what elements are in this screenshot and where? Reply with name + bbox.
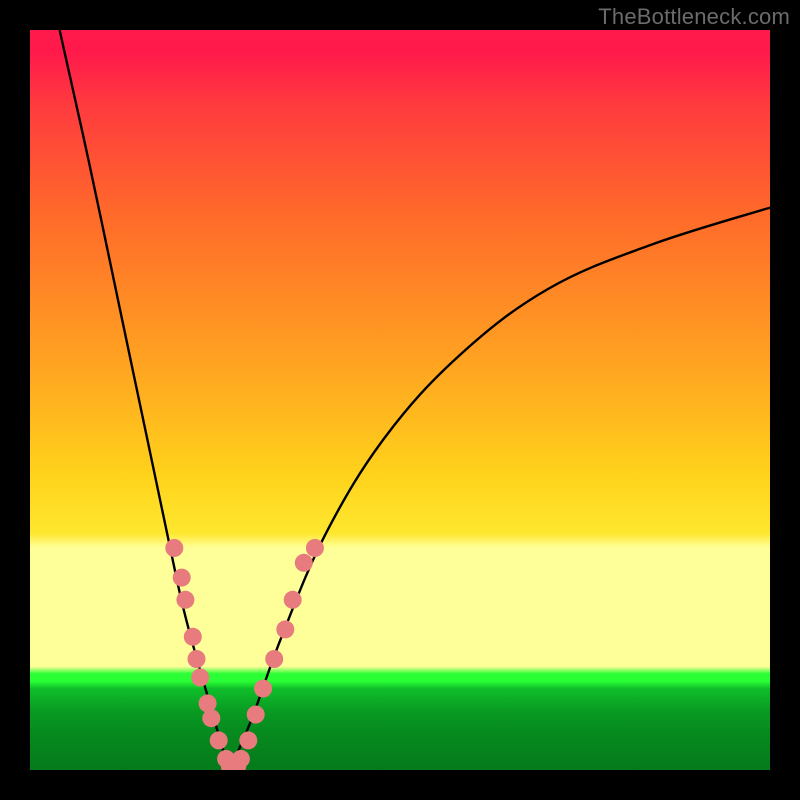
sample-point bbox=[295, 554, 313, 572]
sample-point bbox=[202, 709, 220, 727]
sample-point bbox=[176, 591, 194, 609]
sample-point bbox=[232, 750, 250, 768]
sample-point bbox=[247, 706, 265, 724]
curve-right-branch bbox=[230, 208, 770, 770]
sample-point bbox=[165, 539, 183, 557]
sample-point bbox=[276, 620, 294, 638]
sample-point bbox=[284, 591, 302, 609]
plot-area bbox=[30, 30, 770, 770]
sample-point bbox=[184, 628, 202, 646]
sample-point bbox=[254, 680, 272, 698]
sample-point bbox=[173, 569, 191, 587]
sample-point bbox=[188, 650, 206, 668]
sample-point bbox=[210, 731, 228, 749]
watermark-text: TheBottleneck.com bbox=[598, 4, 790, 30]
sample-point bbox=[306, 539, 324, 557]
sample-points-group bbox=[165, 539, 324, 770]
chart-overlay-svg bbox=[30, 30, 770, 770]
bottleneck-curve bbox=[60, 30, 770, 770]
chart-frame: TheBottleneck.com bbox=[0, 0, 800, 800]
sample-point bbox=[239, 731, 257, 749]
sample-point bbox=[265, 650, 283, 668]
sample-point bbox=[191, 669, 209, 687]
